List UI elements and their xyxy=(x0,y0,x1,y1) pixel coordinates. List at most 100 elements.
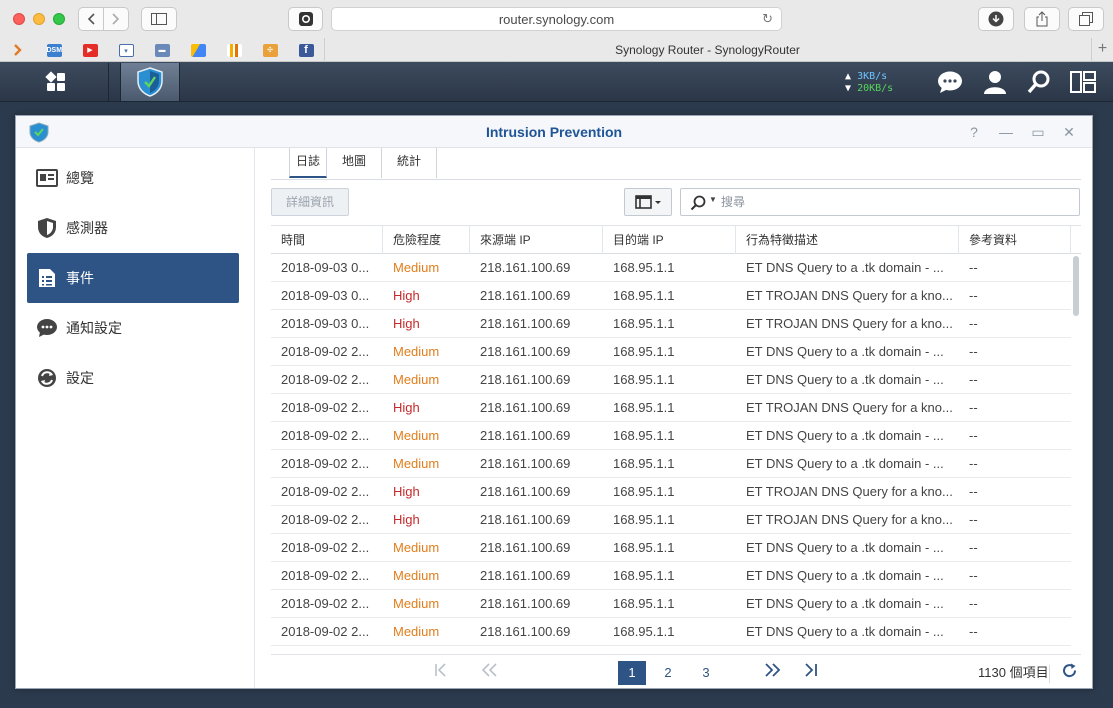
cell-reference: -- xyxy=(969,288,978,303)
address-bar[interactable]: router.synology.com ↻ xyxy=(331,7,782,31)
share-button[interactable] xyxy=(1024,7,1060,31)
next-page-button[interactable] xyxy=(761,661,785,685)
bookmark-google-ads[interactable] xyxy=(186,41,210,59)
cell-source-ip: 218.161.100.69 xyxy=(480,400,571,415)
tab-log[interactable]: 日誌 xyxy=(289,148,327,178)
table-row[interactable]: 2018-09-02 2...High218.161.100.69168.95.… xyxy=(271,506,1071,534)
cell-severity: High xyxy=(393,316,420,331)
column-header-signature[interactable]: 行為特徵描述 xyxy=(736,226,959,254)
forward-button[interactable] xyxy=(103,7,129,31)
bookmark-analytics[interactable] xyxy=(222,41,246,59)
widgets-button[interactable] xyxy=(1068,67,1098,97)
column-header-source-ip[interactable]: 來源端 IP xyxy=(470,226,603,254)
table-row[interactable]: 2018-09-02 2...High218.161.100.69168.95.… xyxy=(271,646,1071,654)
sidebar-item-settings[interactable]: 設定 xyxy=(27,353,239,403)
back-button[interactable] xyxy=(78,7,104,31)
tab-stats[interactable]: 統計 xyxy=(382,148,437,178)
screenshot-extension-button[interactable] xyxy=(288,7,323,31)
page-button[interactable]: 2 xyxy=(656,661,680,685)
table-row[interactable]: 2018-09-02 2... Medium 218.161.100.69 168.9… xyxy=(271,338,1071,366)
chevron-left-icon xyxy=(87,13,95,25)
column-header-destination-ip[interactable]: 目的端 IP xyxy=(603,226,736,254)
window-title: Intrusion Prevention xyxy=(485,124,623,140)
table-row[interactable]: 2018-09-02 2... Medium 218.161.100.69 168.9… xyxy=(271,534,1071,562)
table-scrollbar[interactable] xyxy=(1073,256,1079,316)
sidebar-item-label: 感測器 xyxy=(66,220,108,236)
tab-map[interactable]: 地圖 xyxy=(327,148,382,178)
table-row[interactable]: 2018-09-02 2... Medium 218.161.100.69 168.9… xyxy=(271,450,1071,478)
detail-button[interactable]: 詳細資訊 xyxy=(271,188,349,216)
table-row[interactable]: 2018-09-02 2...High218.161.100.69168.95.… xyxy=(271,478,1071,506)
table-row[interactable]: 2018-09-03 0... High 218.161.100.69 168.95.… xyxy=(271,310,1071,338)
event-log-table: 時間 危險程度 來源端 IP 目的端 IP 行為特徵描述 參考資料 2018-0… xyxy=(271,225,1081,654)
reload-icon[interactable]: ↻ xyxy=(762,11,773,27)
help-button[interactable]: ? xyxy=(965,123,983,141)
sidebar-toggle-button[interactable] xyxy=(141,7,177,31)
table-row[interactable]: 2018-09-02 2... Medium 218.161.100.69 168.9… xyxy=(271,562,1071,590)
cell-severity: High xyxy=(393,512,420,527)
table-row[interactable]: 2018-09-02 2... Medium 218.161.100.69 168.9… xyxy=(271,422,1071,450)
bookmark-puzzle[interactable]: ✣ xyxy=(258,41,282,59)
table-row[interactable]: 2018-09-02 2... Medium 218.161.100.69 168.9… xyxy=(271,590,1071,618)
sidebar-item-overview[interactable]: 總覽 xyxy=(27,153,239,203)
column-view-button[interactable] xyxy=(624,188,672,216)
main-menu-button[interactable] xyxy=(3,63,109,101)
favorites-chevron-icon[interactable] xyxy=(6,41,30,59)
close-window-button[interactable] xyxy=(13,13,25,25)
upload-arrow-icon: ▲ xyxy=(845,71,852,82)
new-tab-button[interactable]: + xyxy=(1091,38,1113,62)
global-search-button[interactable] xyxy=(1024,67,1054,97)
user-menu-button[interactable] xyxy=(980,67,1010,97)
table-row[interactable]: 2018-09-02 2... Medium 218.161.100.69 168.9… xyxy=(271,366,1071,394)
tab-bar: 日誌 地圖 統計 xyxy=(271,148,1081,180)
last-page-button[interactable] xyxy=(799,661,823,685)
bookmark-calendar[interactable]: ▾ xyxy=(114,41,138,59)
table-row[interactable]: 2018-09-02 2... Medium 218.161.100.69 168.9… xyxy=(271,618,1071,646)
table-header: 時間 危險程度 來源端 IP 目的端 IP 行為特徵描述 參考資料 xyxy=(271,226,1081,254)
column-header-time[interactable]: 時間 xyxy=(271,226,383,254)
refresh-button[interactable] xyxy=(1061,663,1077,679)
page-button[interactable]: 3 xyxy=(694,661,718,685)
chat-bubble-icon xyxy=(938,71,962,93)
cell-severity: Medium xyxy=(393,624,440,639)
table-row[interactable]: 2018-09-02 2...High218.161.100.69168.95.… xyxy=(271,394,1071,422)
bookmark-dsm[interactable]: DSM xyxy=(42,41,66,59)
notifications-button[interactable] xyxy=(935,67,965,97)
column-header-severity[interactable]: 危險程度 xyxy=(383,226,470,254)
first-page-button[interactable] xyxy=(429,661,453,685)
sidebar-item-sensor[interactable]: 感測器 xyxy=(27,203,239,253)
cell-destination-ip: 168.95.1.1 xyxy=(603,646,736,654)
minimize-window-button[interactable] xyxy=(33,13,45,25)
cell-reference: -- xyxy=(969,596,978,611)
bookmark-facebook[interactable]: f xyxy=(294,41,318,59)
bookmark-youtube[interactable]: ▶ xyxy=(78,41,102,59)
close-button[interactable]: ✕ xyxy=(1060,123,1078,141)
sidebar-item-events[interactable]: 事件 xyxy=(27,253,239,303)
cell-source-ip: 218.161.100.69 xyxy=(480,624,571,639)
bookmark-car[interactable]: ▬ xyxy=(150,41,174,59)
minimize-button[interactable]: — xyxy=(997,123,1015,141)
user-icon xyxy=(984,71,1006,94)
taskbar-intrusion-prevention[interactable] xyxy=(120,63,180,101)
table-row[interactable]: 2018-09-03 0... Medium 218.161.100.69 168.9… xyxy=(271,254,1071,282)
cell-signature: ET DNS Query to a .tk domain - ... xyxy=(746,540,944,555)
table-row[interactable]: 2018-09-03 0... High 218.161.100.69 168.95.… xyxy=(271,282,1071,310)
sidebar-item-notification-settings[interactable]: 通知設定 xyxy=(27,303,239,353)
search-field[interactable]: ▼ 搜尋 xyxy=(680,188,1080,216)
cell-reference: -- xyxy=(969,512,978,527)
cell-time: 2018-09-02 2... xyxy=(281,596,370,611)
page-button[interactable]: 1 xyxy=(618,661,646,685)
zoom-window-button[interactable] xyxy=(53,13,65,25)
downloads-button[interactable] xyxy=(978,7,1014,31)
previous-page-button[interactable] xyxy=(477,661,501,685)
cell-time: 2018-09-02 2... xyxy=(281,484,370,499)
tabs-overview-button[interactable] xyxy=(1068,7,1104,31)
cell-severity: Medium xyxy=(393,344,440,359)
maximize-button[interactable]: ▭ xyxy=(1029,123,1047,141)
window-titlebar[interactable]: Intrusion Prevention ? — ▭ ✕ xyxy=(16,116,1092,148)
chevron-down-icon[interactable]: ▼ xyxy=(709,195,717,204)
cell-time: 2018-09-02 2... xyxy=(281,624,370,639)
browser-tab[interactable]: Synology Router - SynologyRouter xyxy=(324,38,1090,62)
cell-time: 2018-09-03 0... xyxy=(281,260,370,275)
column-header-reference[interactable]: 參考資料 xyxy=(959,226,1071,254)
